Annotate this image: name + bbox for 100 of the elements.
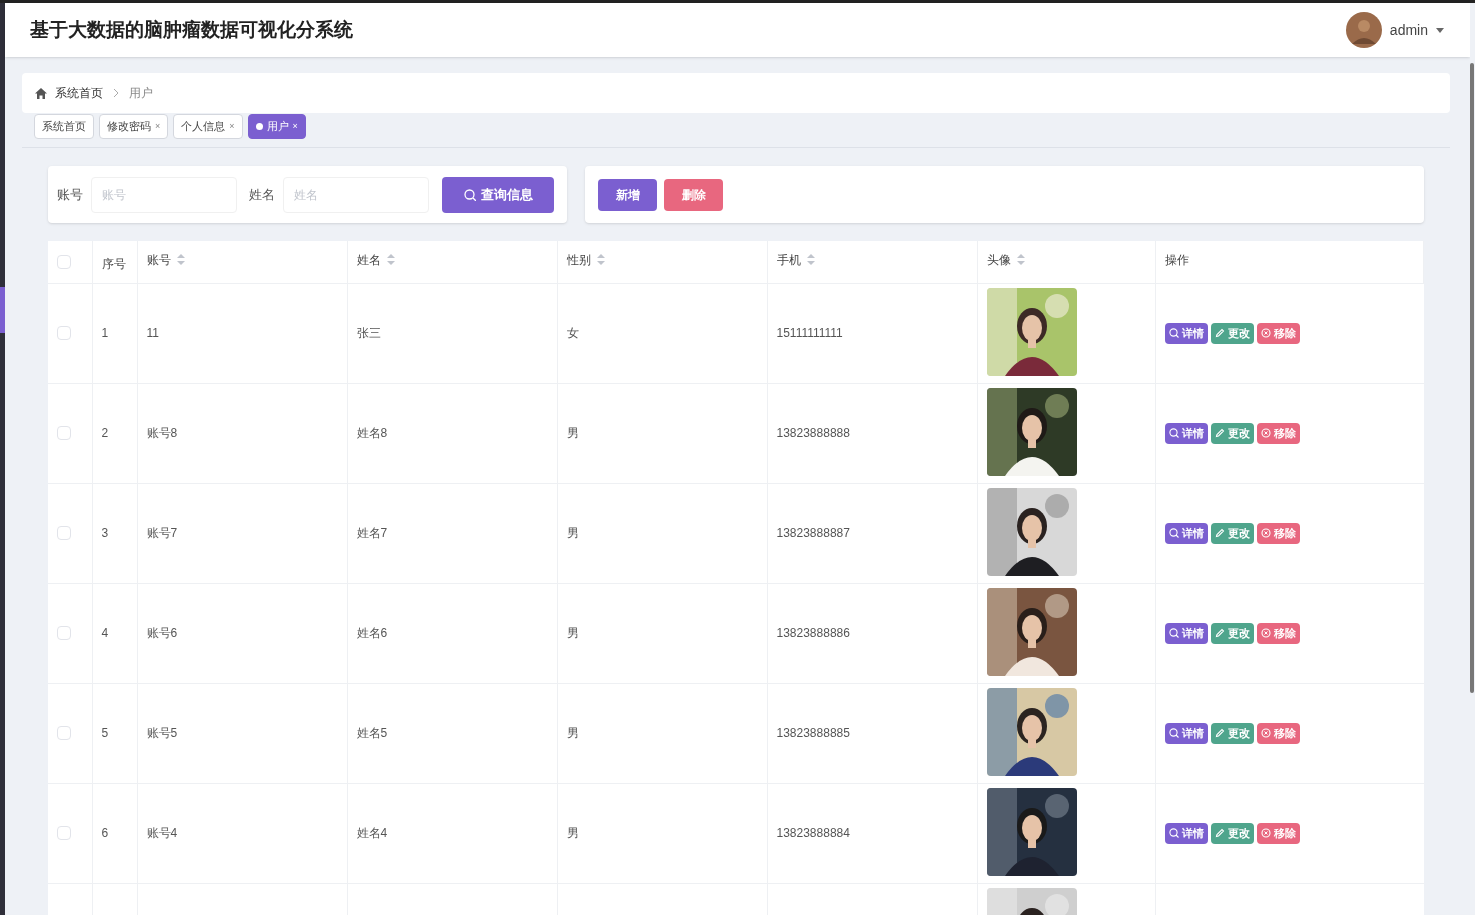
remove-button[interactable]: 移除 xyxy=(1256,822,1300,844)
tab[interactable]: 用户 × xyxy=(247,114,306,139)
close-icon[interactable]: × xyxy=(229,119,235,134)
checkbox[interactable] xyxy=(57,426,71,440)
search-icon xyxy=(1168,828,1179,838)
circle-x-icon xyxy=(1260,428,1271,438)
pencil-icon xyxy=(1214,728,1225,738)
table-cell: 男 xyxy=(566,726,579,740)
table-cell: 张三 xyxy=(356,326,381,340)
table-cell: 男 xyxy=(566,626,579,640)
checkbox[interactable] xyxy=(57,326,71,340)
close-icon[interactable]: × xyxy=(155,119,161,134)
table-cell: 13823888884 xyxy=(776,826,850,840)
table-cell: 15111111111 xyxy=(776,326,843,340)
sort-icon[interactable] xyxy=(1016,254,1025,266)
table-cell: 姓名4 xyxy=(356,826,388,840)
caret-icon[interactable] xyxy=(1436,27,1444,33)
table-cell: 账号8 xyxy=(146,426,178,440)
checkbox[interactable] xyxy=(57,626,71,640)
edit-button[interactable]: 更改 xyxy=(1210,422,1254,444)
search-icon xyxy=(1168,528,1179,538)
delete-button[interactable]: 删除 xyxy=(664,178,723,211)
edit-button[interactable]: 更改 xyxy=(1210,322,1254,344)
detail-button[interactable]: 详情 xyxy=(1164,822,1208,844)
pencil-icon xyxy=(1214,428,1225,438)
column-header: 序号 xyxy=(101,255,126,273)
avatar-icon[interactable] xyxy=(1345,12,1382,48)
circle-x-icon xyxy=(1260,828,1271,838)
tab[interactable]: 个人信息 × xyxy=(173,114,243,139)
column-header[interactable]: 头像 xyxy=(986,250,1011,269)
pencil-icon xyxy=(1214,828,1225,838)
table-cell: 男 xyxy=(566,826,579,840)
scrollbar-thumb[interactable] xyxy=(1470,63,1474,693)
app-title: 基于大数据的脑肿瘤数据可视化分系统 xyxy=(30,17,353,42)
tab[interactable]: 系统首页 xyxy=(34,114,94,139)
breadcrumb-link[interactable]: 系统首页 xyxy=(55,84,103,102)
search-icon xyxy=(1168,628,1179,638)
table-cell: 姓名7 xyxy=(356,526,388,540)
column-header[interactable]: 账号 xyxy=(146,250,171,269)
circle-x-icon xyxy=(1260,528,1271,538)
detail-button[interactable]: 详情 xyxy=(1164,522,1208,544)
checkbox[interactable] xyxy=(57,826,71,840)
sort-icon[interactable] xyxy=(386,254,395,266)
checkbox[interactable] xyxy=(57,726,71,740)
sort-icon[interactable] xyxy=(176,254,185,266)
add-button[interactable]: 新增 xyxy=(598,178,657,211)
table-cell: 4 xyxy=(101,626,109,640)
input-field[interactable]: 姓名 xyxy=(283,176,429,213)
column-header[interactable]: 姓名 xyxy=(356,250,381,269)
table-cell: 13823888888 xyxy=(776,426,850,440)
input-field[interactable]: 账号 xyxy=(91,176,237,213)
pencil-icon xyxy=(1214,528,1225,538)
circle-x-icon xyxy=(1260,328,1271,338)
sort-icon[interactable] xyxy=(596,254,605,266)
remove-button[interactable]: 移除 xyxy=(1256,622,1300,644)
table-cell: 男 xyxy=(566,426,579,440)
remove-button[interactable]: 移除 xyxy=(1256,322,1300,344)
edit-button[interactable]: 更改 xyxy=(1210,622,1254,644)
table-cell: 13823888886 xyxy=(776,626,850,640)
search-icon xyxy=(1168,428,1179,438)
table-cell: 3 xyxy=(101,526,109,540)
remove-button[interactable]: 移除 xyxy=(1256,422,1300,444)
table-cell: 姓名5 xyxy=(356,726,388,740)
table-cell: 姓名8 xyxy=(356,426,388,440)
column-header[interactable]: 性别 xyxy=(566,250,591,269)
search-icon xyxy=(1168,728,1179,738)
table-cell: 1 xyxy=(101,326,109,340)
table-cell: 女 xyxy=(566,326,579,340)
edit-button[interactable]: 更改 xyxy=(1210,822,1254,844)
remove-button[interactable]: 移除 xyxy=(1256,722,1300,744)
pencil-icon xyxy=(1214,328,1225,338)
table-cell: 2 xyxy=(101,426,109,440)
table-cell: 账号4 xyxy=(146,826,178,840)
tab[interactable]: 修改密码 × xyxy=(99,114,169,139)
table-cell: 账号7 xyxy=(146,526,178,540)
table-cell: 男 xyxy=(566,526,579,540)
column-header[interactable]: 手机 xyxy=(776,250,801,269)
detail-button[interactable]: 详情 xyxy=(1164,622,1208,644)
detail-button[interactable]: 详情 xyxy=(1164,722,1208,744)
checkbox[interactable] xyxy=(57,526,71,540)
detail-button[interactable]: 详情 xyxy=(1164,422,1208,444)
close-icon[interactable]: × xyxy=(292,119,298,134)
field-label: 姓名 xyxy=(249,185,275,204)
home-icon xyxy=(35,87,47,99)
search-button[interactable]: 查询信息 xyxy=(442,176,554,213)
table-cell: 6 xyxy=(101,826,109,840)
edit-button[interactable]: 更改 xyxy=(1210,722,1254,744)
table-cell: 5 xyxy=(101,726,109,740)
sort-icon[interactable] xyxy=(806,254,815,266)
field-label: 账号 xyxy=(57,185,83,204)
detail-button[interactable]: 详情 xyxy=(1164,322,1208,344)
chevron-icon xyxy=(113,88,119,98)
checkbox[interactable] xyxy=(57,254,71,269)
table-cell: 账号5 xyxy=(146,726,178,740)
user-name[interactable]: admin xyxy=(1389,19,1428,41)
pencil-icon xyxy=(1214,628,1225,638)
remove-button[interactable]: 移除 xyxy=(1256,522,1300,544)
edit-button[interactable]: 更改 xyxy=(1210,522,1254,544)
table-cell: 13823888887 xyxy=(776,526,850,540)
circle-x-icon xyxy=(1260,728,1271,738)
